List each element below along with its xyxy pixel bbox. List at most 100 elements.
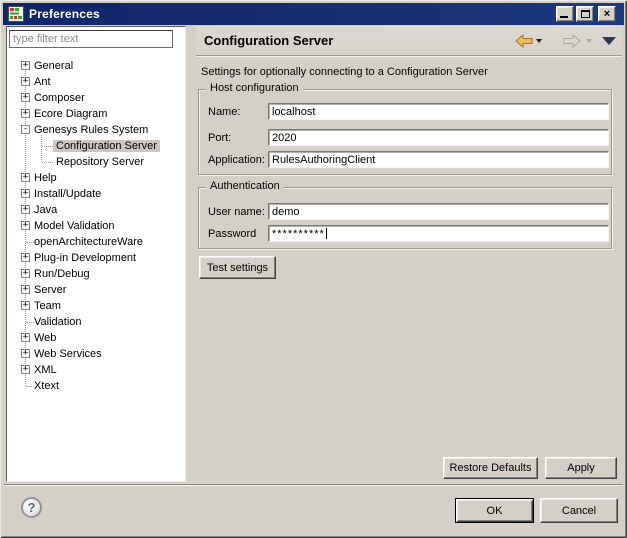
tree-item[interactable]: +General [7,58,184,74]
tree-item[interactable]: +Ecore Diagram [7,106,184,122]
forward-arrow-icon[interactable] [563,34,581,48]
tree-item[interactable]: Repository Server [7,154,184,170]
cancel-button[interactable]: Cancel [540,498,618,523]
application-field[interactable] [268,151,609,168]
expand-plus-icon[interactable]: + [21,93,30,102]
expand-plus-icon[interactable]: + [21,221,30,230]
back-dropdown-icon[interactable] [536,39,542,43]
user-name-field[interactable] [268,203,609,220]
user-name-label: User name: [208,206,265,218]
tree-item-label: Repository Server [53,156,147,168]
page-nav-toolbar [515,26,616,56]
tree-item-label: Ant [31,76,54,88]
restore-defaults-button[interactable]: Restore Defaults [443,457,538,479]
close-icon: × [604,9,610,20]
tree-item-label: XML [31,364,60,376]
preferences-dialog: Preferences × +General+Ant+Composer+Ecor… [0,0,627,538]
host-group-legend: Host configuration [206,82,303,94]
window-title: Preferences [29,7,100,21]
expand-plus-icon[interactable]: + [21,189,30,198]
page-description: Settings for optionally connecting to a … [201,66,488,78]
tree-item[interactable]: -Genesys Rules System [7,122,184,138]
text-caret [326,228,327,239]
help-button[interactable]: ? [21,497,42,518]
tree-item[interactable]: openArchitectureWare [7,234,184,250]
apply-button[interactable]: Apply [545,457,617,479]
password-masked-value: ********** [272,228,325,240]
tree-item[interactable]: +Help [7,170,184,186]
maximize-button[interactable] [576,6,594,22]
expand-plus-icon[interactable]: + [21,285,30,294]
tree-item[interactable]: +XML [7,362,184,378]
expand-plus-icon[interactable]: + [21,109,30,118]
tree-item-label: Web [31,332,59,344]
close-button[interactable]: × [598,6,616,22]
tree-item-label: Genesys Rules System [31,124,151,136]
expand-plus-icon[interactable]: + [21,365,30,374]
tree-item-label: Server [31,284,69,296]
help-icon: ? [28,500,36,515]
tree-item-label: Java [31,204,60,216]
tree-item-label: Run/Debug [31,268,93,280]
tree-item-label: Model Validation [31,220,118,232]
filter-input[interactable] [9,30,173,48]
expand-plus-icon[interactable]: + [21,253,30,262]
back-arrow-icon[interactable] [515,34,533,48]
password-field[interactable]: ********** [268,225,609,242]
tree-item-label: Web Services [31,348,105,360]
application-label: Application: [208,154,265,166]
tree-item[interactable]: +Model Validation [7,218,184,234]
tree-item-label: Configuration Server [53,140,160,152]
tree-item[interactable]: +Plug-in Development [7,250,184,266]
expand-plus-icon[interactable]: + [21,349,30,358]
expand-plus-icon[interactable]: + [21,77,30,86]
tree-item[interactable]: Configuration Server [7,138,184,154]
tree-item-label: openArchitectureWare [31,236,146,248]
tree-item[interactable]: +Web [7,330,184,346]
tree-item-label: Ecore Diagram [31,108,110,120]
tree-item[interactable]: +Server [7,282,184,298]
tree-item[interactable]: +Install/Update [7,186,184,202]
tree-item[interactable]: +Composer [7,90,184,106]
tree-item[interactable]: +Team [7,298,184,314]
expand-plus-icon[interactable]: + [21,301,30,310]
page-header-band: Configuration Server [196,26,622,56]
tree-item-label: Help [31,172,60,184]
expand-plus-icon[interactable]: + [21,61,30,70]
tree-item-label: Composer [31,92,88,104]
tree-item[interactable]: +Java [7,202,184,218]
preferences-tree: +General+Ant+Composer+Ecore Diagram-Gene… [7,58,184,480]
title-bar[interactable]: Preferences × [3,3,624,25]
tree-item-label: Validation [31,316,85,328]
tree-item[interactable]: Xtext [7,378,184,394]
expand-plus-icon[interactable]: + [21,173,30,182]
password-label: Password [208,228,256,240]
tree-item[interactable]: +Run/Debug [7,266,184,282]
window-controls: × [554,6,616,22]
preference-page: Configuration Server Settings for option… [196,26,622,483]
tree-item[interactable]: +Ant [7,74,184,90]
tree-item-label: Xtext [31,380,62,392]
authentication-group: Authentication User name: Password *****… [198,187,612,249]
expand-plus-icon[interactable]: + [21,205,30,214]
test-settings-button[interactable]: Test settings [199,256,276,279]
expand-plus-icon[interactable]: + [21,269,30,278]
tree-item-label: Plug-in Development [31,252,139,264]
forward-dropdown-icon[interactable] [586,39,592,43]
collapse-minus-icon[interactable]: - [21,125,30,134]
preferences-app-icon [8,6,24,22]
name-field[interactable] [268,103,609,120]
expand-plus-icon[interactable]: + [21,333,30,342]
minimize-icon [560,16,568,18]
preferences-tree-panel: +General+Ant+Composer+Ecore Diagram-Gene… [6,26,186,482]
view-menu-icon[interactable] [602,37,616,45]
tree-item[interactable]: +Web Services [7,346,184,362]
tree-item[interactable]: Validation [7,314,184,330]
ok-button[interactable]: OK [455,498,534,523]
port-field[interactable] [268,129,609,146]
page-title: Configuration Server [204,26,333,56]
minimize-button[interactable] [556,6,574,22]
tree-item-label: Team [31,300,64,312]
footer-separator [4,484,623,486]
name-label: Name: [208,106,240,118]
